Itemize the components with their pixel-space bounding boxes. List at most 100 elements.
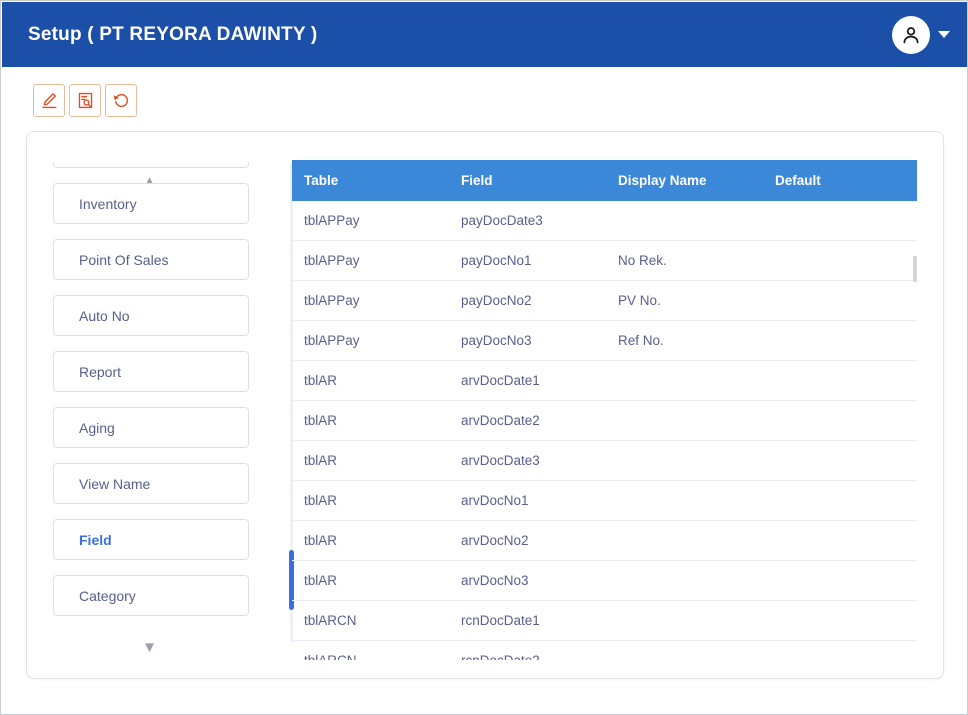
table-body: tblAPPay payDocDate3 tblAPPay payDocNo1 … [292,201,917,660]
cell-table: tblAR [292,480,449,521]
sidebar-item-inventory[interactable]: Inventory [53,183,249,224]
app-window: Setup ( PT REYORA DAWINTY ) ▲ Inventory … [0,0,968,715]
cell-default [763,400,917,441]
table-row[interactable]: tblAPPay payDocDate3 [292,201,917,241]
sidebar-item-label: Auto No [79,307,130,324]
cell-table: tblAPPay [292,201,449,241]
sidebar-item-label: Report [79,363,122,380]
cell-field: rcnDocDate2 [449,640,606,660]
table-row[interactable]: tblAPPay payDocNo2 PV No. [292,280,917,321]
refresh-reset-icon [113,94,128,108]
sidebar-item-label: Category [79,587,136,604]
cell-field: arvDocDate2 [449,400,606,441]
cell-default [763,320,917,361]
cell-field: payDocNo3 [449,320,606,361]
app-header: Setup ( PT REYORA DAWINTY ) [2,2,967,67]
sidebar-item-field[interactable]: Field [53,519,249,560]
cell-default [763,280,917,321]
column-header-field[interactable]: Field [449,160,606,201]
cell-display-name [606,560,763,601]
cell-display-name: PV No. [606,280,763,321]
cell-table: tblAPPay [292,280,449,321]
sidebar-item-view-name[interactable]: View Name [53,463,249,504]
table-header: Table Field Display Name Default [292,160,917,201]
chevron-down-icon[interactable] [938,31,950,38]
cell-default [763,520,917,561]
table-row[interactable]: tblAR arvDocNo1 [292,480,917,521]
cell-field: arvDocNo2 [449,520,606,561]
cell-display-name [606,400,763,441]
sidebar-item-label: Inventory [79,195,137,212]
cell-display-name [606,600,763,641]
column-header-default[interactable]: Default [763,160,917,201]
cell-field: payDocNo1 [449,240,606,281]
sidebar-item-category[interactable]: Category [53,575,249,616]
content-card: ▲ Inventory Point Of Sales Auto No Repor… [26,131,944,679]
cell-field: rcnDocDate1 [449,600,606,641]
field-table: Table Field Display Name Default tblAPPa… [292,160,917,660]
cell-default [763,640,917,660]
column-header-table[interactable]: Table [292,160,449,201]
table-row[interactable]: tblAR arvDocDate2 [292,400,917,441]
avatar[interactable] [892,15,930,54]
cell-default [763,560,917,601]
sidebar-item-label: Point Of Sales [79,251,169,268]
table-row[interactable]: tblAR arvDocNo2 [292,520,917,561]
sidebar-scroll-down-icon[interactable]: ▼ [27,640,272,655]
cell-field: payDocNo2 [449,280,606,321]
table-row[interactable]: tblAPPay payDocNo3 Ref No. [292,320,917,361]
sidebar-item-list[interactable]: Inventory Point Of Sales Auto No Report … [53,162,249,642]
sidebar-item-report[interactable]: Report [53,351,249,392]
action-toolbar [33,84,137,117]
cell-display-name [606,640,763,660]
refresh-button[interactable] [105,84,137,117]
cell-table: tblAPPay [292,240,449,281]
cell-field: arvDocNo1 [449,480,606,521]
cell-default [763,360,917,401]
cell-table: tblAR [292,560,449,601]
table-header-row: Table Field Display Name Default [292,160,917,201]
cell-display-name [606,201,763,241]
table-row[interactable]: tblAR arvDocDate3 [292,440,917,481]
user-icon [903,26,919,43]
edit-button[interactable] [33,84,65,117]
page-title: Setup ( PT REYORA DAWINTY ) [28,23,318,45]
user-menu[interactable] [892,15,950,54]
cell-display-name [606,480,763,521]
column-header-display-name[interactable]: Display Name [606,160,763,201]
cell-field: payDocDate3 [449,201,606,241]
setup-sidebar: ▲ Inventory Point Of Sales Auto No Repor… [27,132,294,678]
cell-table: tblAR [292,400,449,441]
sidebar-item-0[interactable] [53,162,249,168]
cell-field: arvDocDate3 [449,440,606,481]
table-scrollbar-thumb[interactable] [913,256,917,282]
table-row[interactable]: tblARCN rcnDocDate2 [292,640,917,660]
cell-table: tblARCN [292,640,449,660]
cell-default [763,440,917,481]
cell-display-name [606,520,763,561]
sidebar-item-aging[interactable]: Aging [53,407,249,448]
cell-table: tblAR [292,360,449,401]
table-row[interactable]: tblARCN rcnDocDate1 [292,600,917,641]
cell-table: tblAR [292,520,449,561]
cell-display-name: Ref No. [606,320,763,361]
sidebar-item-label: Aging [79,419,115,436]
document-search-icon [78,92,92,109]
cell-default [763,480,917,521]
cell-default [763,201,917,241]
table-row[interactable]: tblAR arvDocNo3 [292,560,917,601]
cell-field: arvDocNo3 [449,560,606,601]
cell-default [763,240,917,281]
cell-display-name [606,440,763,481]
table-row[interactable]: tblAPPay payDocNo1 No Rek. [292,240,917,281]
find-button[interactable] [69,84,101,117]
cell-field: arvDocDate1 [449,360,606,401]
sidebar-item-label: View Name [79,475,151,492]
sidebar-item-point-of-sales[interactable]: Point Of Sales [53,239,249,280]
cell-table: tblAPPay [292,320,449,361]
table-row[interactable]: tblAR arvDocDate1 [292,360,917,401]
sidebar-item-auto-no[interactable]: Auto No [53,295,249,336]
pencil-edit-icon [41,93,57,109]
cell-table: tblAR [292,440,449,481]
cell-table: tblARCN [292,600,449,641]
